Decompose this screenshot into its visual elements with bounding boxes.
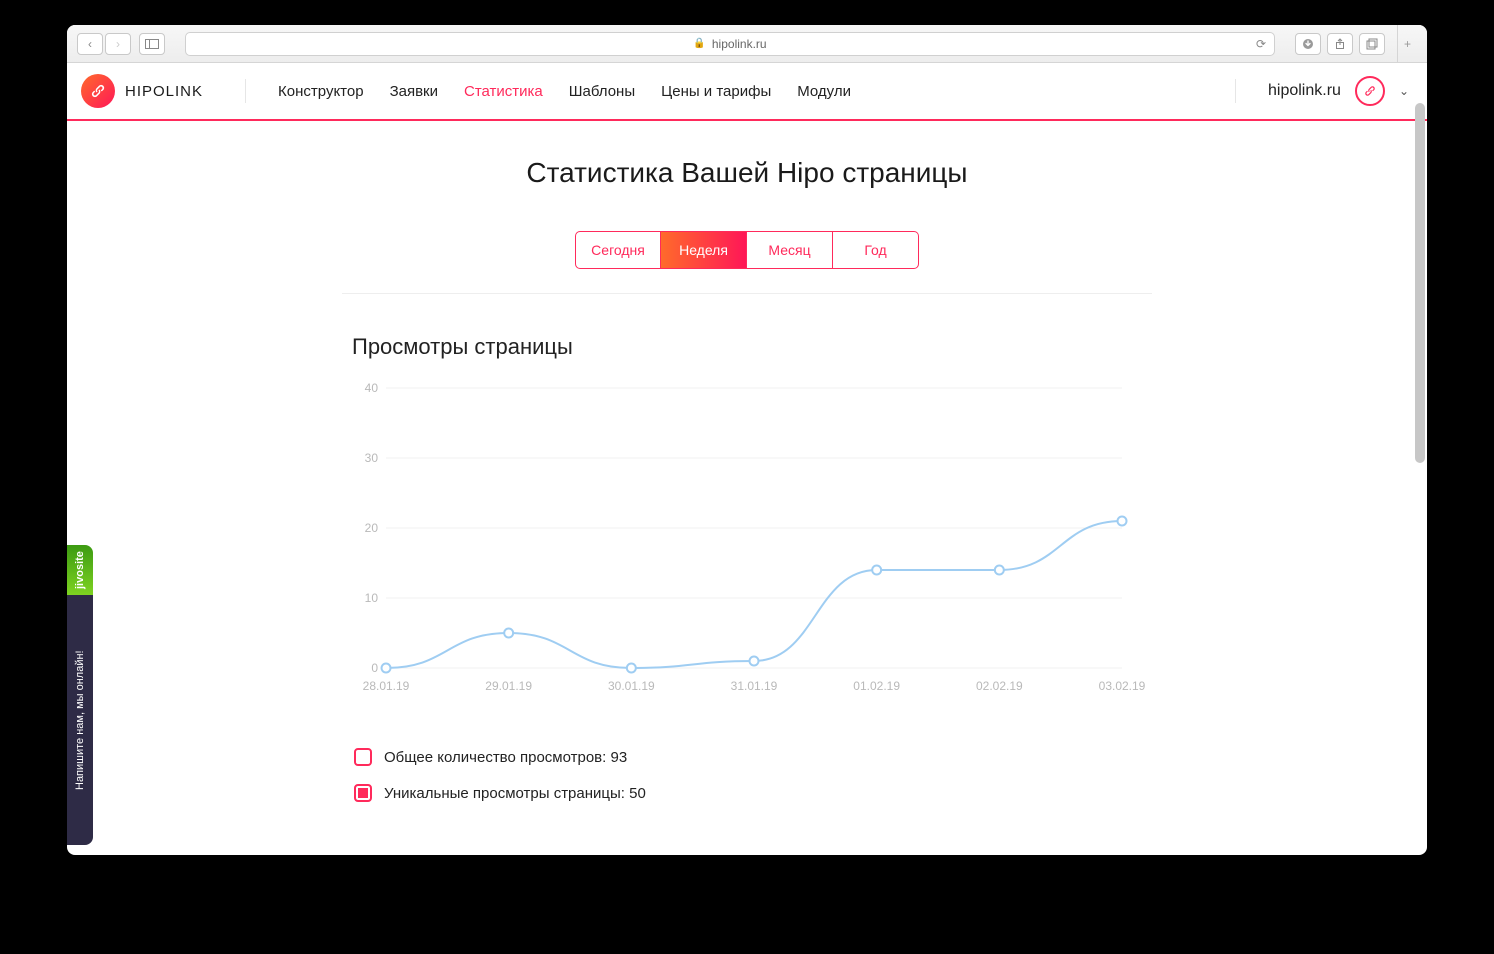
svg-text:10: 10 [365,591,379,605]
legend-total-text: Общее количество просмотров: 93 [384,749,627,766]
svg-text:29.01.19: 29.01.19 [485,679,532,693]
svg-text:30: 30 [365,451,379,465]
svg-text:30.01.19: 30.01.19 [608,679,655,693]
brand-name: HIPOLINK [125,83,203,100]
legend-total[interactable]: Общее количество просмотров: 93 [354,748,1152,766]
svg-text:40: 40 [365,381,379,395]
legend-box-filled-icon [354,784,372,802]
lock-icon: 🔒 [693,38,705,49]
jivosite-cta: Напишите нам, мы онлайн! [67,595,93,845]
brand[interactable]: HIPOLINK [81,74,203,108]
svg-text:03.02.19: 03.02.19 [1099,679,1146,693]
chart-legend: Общее количество просмотров: 93 Уникальн… [354,748,1152,802]
nav-constructor[interactable]: Конструктор [278,83,364,100]
svg-text:02.02.19: 02.02.19 [976,679,1023,693]
svg-text:31.01.19: 31.01.19 [731,679,778,693]
account-name: hipolink.ru [1268,82,1341,100]
legend-unique-text: Уникальные просмотры страницы: 50 [384,785,646,802]
browser-forward-button[interactable]: › [105,33,131,55]
svg-text:0: 0 [371,661,378,675]
separator [1235,79,1236,103]
browser-new-tab-button[interactable]: + [1397,25,1417,63]
nav-modules[interactable]: Модули [797,83,851,100]
nav-requests[interactable]: Заявки [390,83,438,100]
jivosite-brand: jivosite [67,545,93,595]
svg-text:01.02.19: 01.02.19 [853,679,900,693]
browser-back-button[interactable]: ‹ [77,33,103,55]
views-chart: 0 10 20 30 40 28.01.19 29.01.19 30.01.19 31.01.1… [352,378,1132,698]
legend-box-outline-icon [354,748,372,766]
separator [245,79,246,103]
account-menu[interactable]: hipolink.ru ⌄ [1268,76,1409,106]
app-header: HIPOLINK Конструктор Заявки Статистика Ш… [67,63,1427,121]
account-logo-icon [1355,76,1385,106]
browser-download-button[interactable] [1295,33,1321,55]
tab-year[interactable]: Год [833,231,919,269]
tab-week[interactable]: Неделя [661,231,747,269]
section-title-views: Просмотры страницы [352,334,1152,360]
nav-pricing[interactable]: Цены и тарифы [661,83,771,100]
browser-toolbar: ‹ › 🔒 hipolink.ru ⟳ + [67,25,1427,63]
svg-text:28.01.19: 28.01.19 [363,679,410,693]
browser-address-bar[interactable]: 🔒 hipolink.ru ⟳ [185,32,1275,56]
chevron-down-icon: ⌄ [1399,84,1409,98]
svg-text:20: 20 [365,521,379,535]
scrollbar[interactable] [1415,103,1425,463]
browser-tabs-button[interactable] [1359,33,1385,55]
logo-icon [81,74,115,108]
period-tabs: Сегодня Неделя Месяц Год [342,231,1152,269]
page-title: Статистика Вашей Hipo страницы [342,157,1152,189]
browser-sidebar-button[interactable] [139,33,165,55]
reload-icon[interactable]: ⟳ [1256,37,1266,51]
tab-month[interactable]: Месяц [747,231,833,269]
tab-today[interactable]: Сегодня [575,231,661,269]
divider [342,293,1152,294]
browser-url: hipolink.ru [712,37,767,51]
nav-templates[interactable]: Шаблоны [569,83,635,100]
browser-share-button[interactable] [1327,33,1353,55]
nav-statistics[interactable]: Статистика [464,83,543,100]
jivosite-widget[interactable]: jivosite Напишите нам, мы онлайн! [67,545,93,845]
legend-unique[interactable]: Уникальные просмотры страницы: 50 [354,784,1152,802]
